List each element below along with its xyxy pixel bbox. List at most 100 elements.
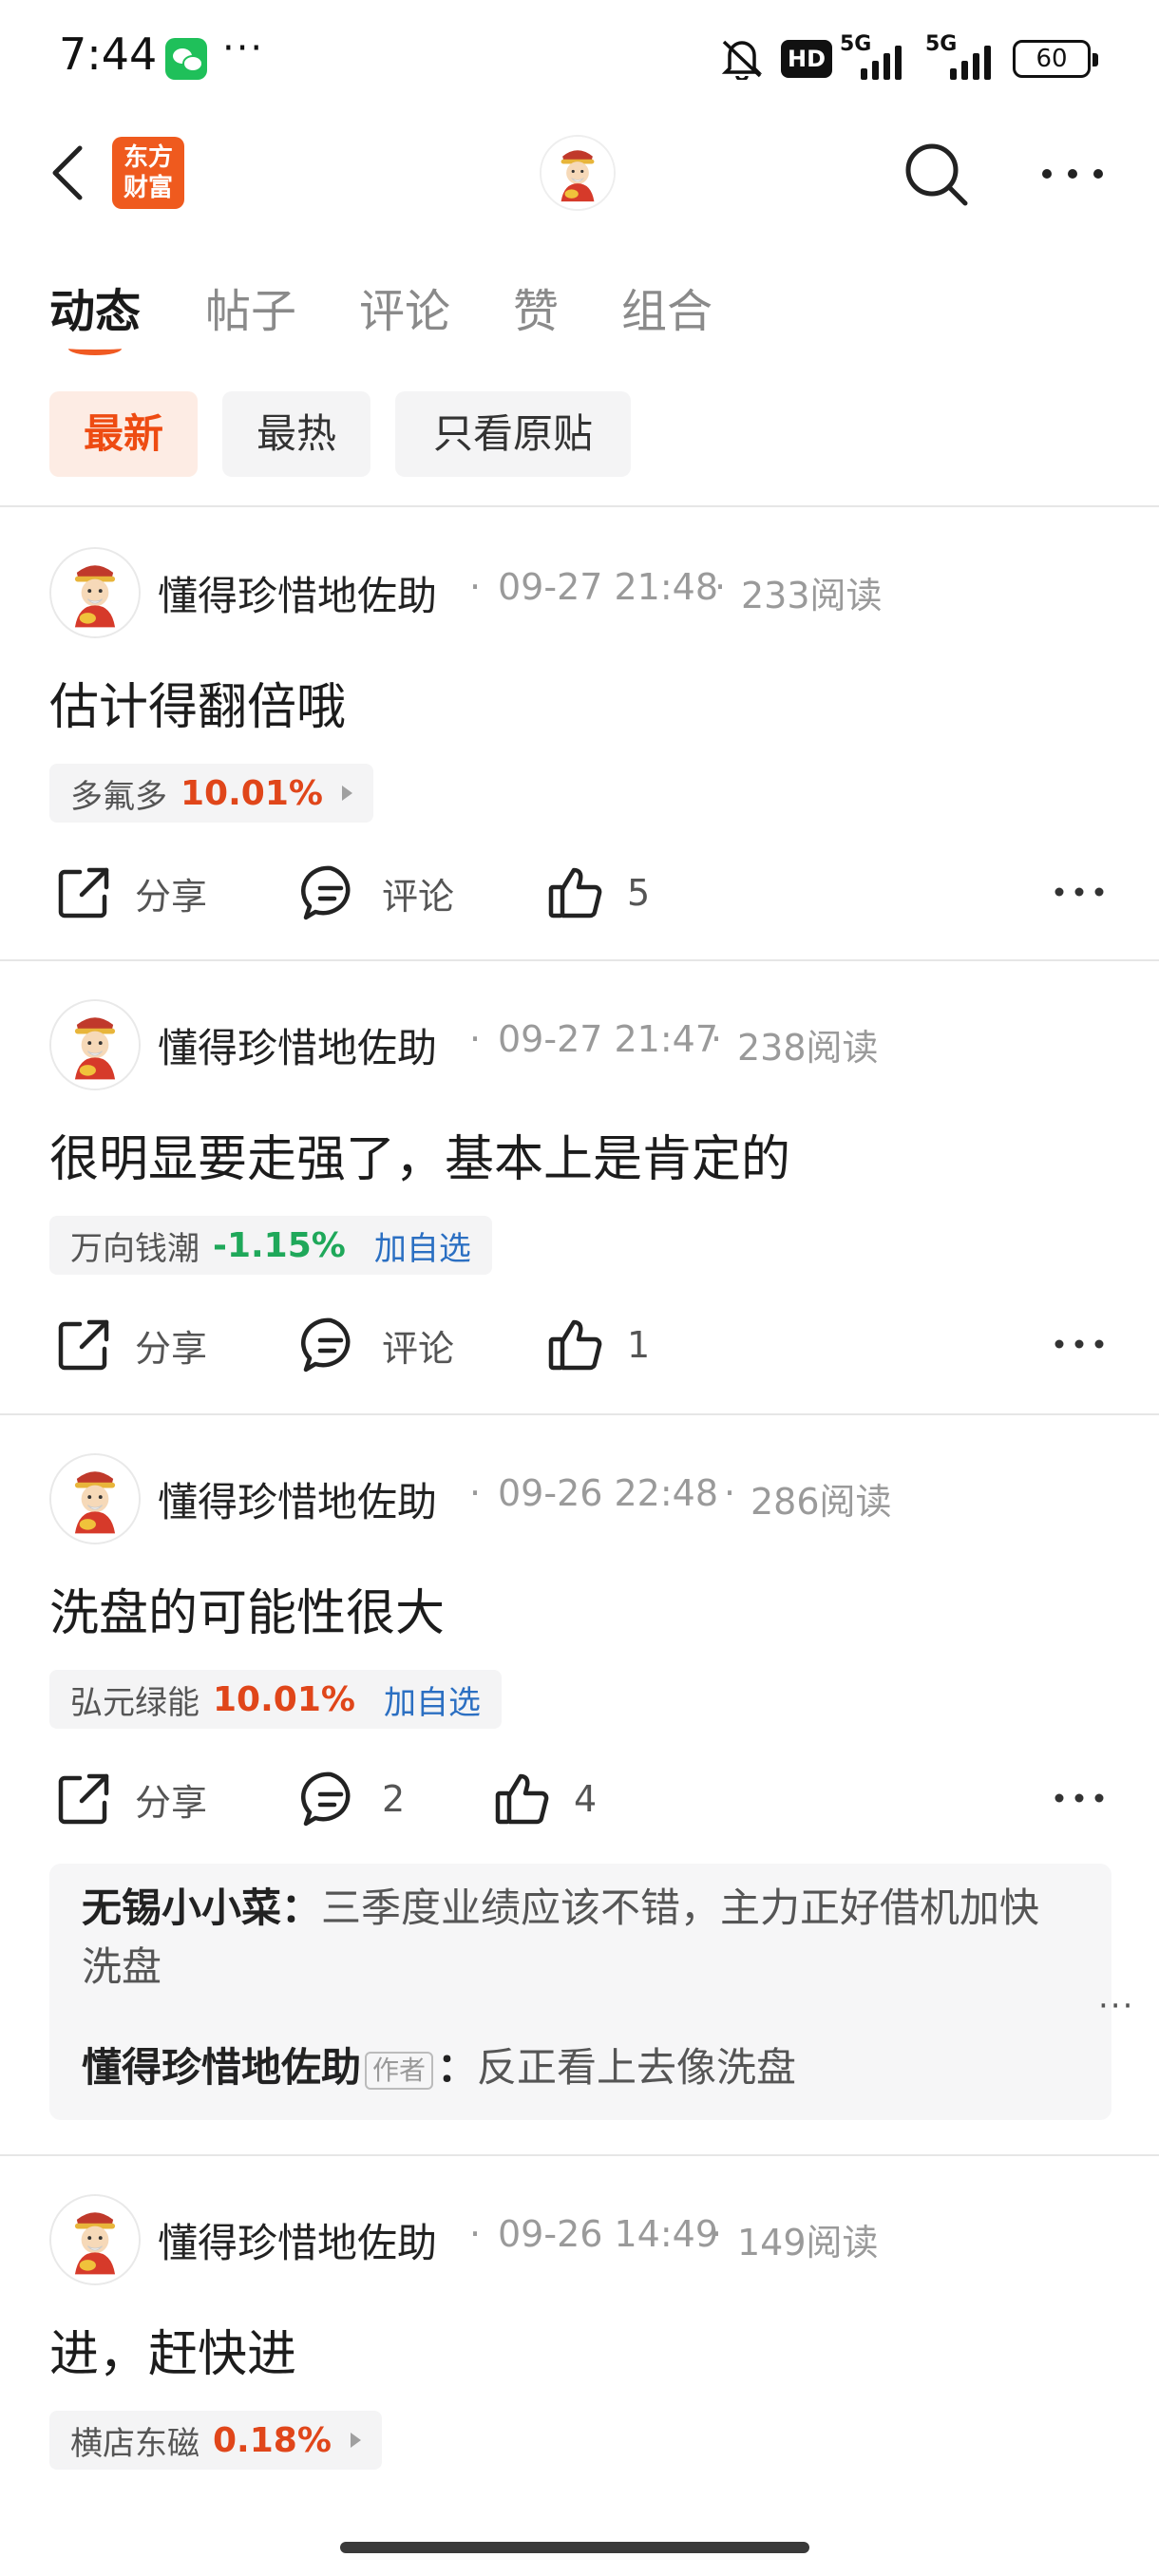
- reply-item[interactable]: 懂得珍惜地佐助 作者 ：反正看上去像洗盘: [82, 2038, 1070, 2097]
- meta-separator: ·: [711, 2213, 723, 2255]
- comment-icon: [301, 1317, 351, 1373]
- share-label: 分享: [135, 875, 208, 918]
- more-notifications-icon: ···: [222, 27, 265, 70]
- post-time: 09-27 21:47: [498, 1018, 719, 1060]
- status-time: 7:44: [59, 28, 158, 80]
- chevron-right-icon: [350, 2433, 361, 2448]
- filter-latest[interactable]: 最新: [49, 391, 198, 477]
- author-name[interactable]: 懂得珍惜地佐助: [158, 1470, 437, 1528]
- user-avatar[interactable]: [540, 135, 616, 211]
- meta-separator: ·: [711, 1018, 723, 1060]
- reply-separator: ：: [437, 2044, 478, 2091]
- meta-separator: ·: [469, 1472, 482, 1514]
- filter-hottest[interactable]: 最热: [222, 391, 370, 477]
- stock-name: 横店东磁: [70, 2424, 200, 2463]
- post-more-icon[interactable]: [1053, 1330, 1106, 1358]
- comment-button[interactable]: 评论: [300, 1307, 454, 1383]
- signal-bar: [950, 68, 957, 80]
- filter-original-only[interactable]: 只看原贴: [395, 391, 631, 477]
- wechat-notification-icon: [165, 38, 207, 80]
- author-name[interactable]: 懂得珍惜地佐助: [158, 564, 437, 622]
- signal-bar: [861, 68, 867, 80]
- stock-tag[interactable]: 万向钱潮 -1.15% 加自选: [49, 1216, 492, 1275]
- thumbs-up-icon: [548, 1319, 602, 1371]
- stock-tag[interactable]: 横店东磁 0.18%: [49, 2411, 382, 2470]
- share-button[interactable]: 分享: [53, 1307, 207, 1383]
- post-card[interactable]: 懂得珍惜地佐助 · 09-27 21:48 · 233阅读 估计得翻倍哦 多氟多…: [0, 507, 1159, 957]
- like-button[interactable]: 1: [545, 1307, 650, 1383]
- comment-icon: [301, 865, 351, 920]
- add-to-watchlist-button[interactable]: 加自选: [374, 1222, 471, 1269]
- post-text[interactable]: 洗盘的可能性很大: [49, 1573, 445, 1644]
- comment-label: 评论: [382, 875, 455, 918]
- filter-bar: 最新 最热 只看原贴: [0, 389, 1159, 479]
- post-card[interactable]: 懂得珍惜地佐助 · 09-26 14:49 · 149阅读 进，赶快进 横店东磁…: [0, 2156, 1159, 2527]
- network-type-1: 5G: [840, 32, 872, 56]
- author-avatar[interactable]: [49, 1453, 141, 1544]
- share-label: 分享: [135, 1781, 208, 1824]
- comment-button[interactable]: 2: [300, 1761, 405, 1837]
- author-name[interactable]: 懂得珍惜地佐助: [158, 1016, 437, 1074]
- post-actions: 分享 2 4: [0, 1761, 1159, 1837]
- share-button[interactable]: 分享: [53, 1761, 207, 1837]
- stock-name: 多氟多: [70, 777, 167, 816]
- more-options-icon[interactable]: [1039, 152, 1106, 196]
- author-avatar[interactable]: [49, 999, 141, 1090]
- post-more-icon[interactable]: [1053, 878, 1106, 906]
- comment-icon: [301, 1771, 351, 1827]
- stock-change: 10.01%: [180, 773, 323, 813]
- meta-separator: ·: [469, 566, 482, 608]
- like-button[interactable]: 5: [545, 855, 650, 931]
- share-button[interactable]: 分享: [53, 855, 207, 931]
- home-indicator[interactable]: [340, 2542, 809, 2553]
- tab-likes[interactable]: 赞: [513, 274, 559, 340]
- stock-name: 万向钱潮: [70, 1229, 200, 1268]
- brand-logo[interactable]: 东方 财富: [112, 137, 184, 209]
- stock-name: 弘元绿能: [70, 1683, 200, 1722]
- tab-posts[interactable]: 帖子: [205, 274, 296, 340]
- reply-item[interactable]: 无锡小小菜：三季度业绩应该不错，主力正好借机加快洗盘: [82, 1879, 1070, 1997]
- add-to-watchlist-button[interactable]: 加自选: [384, 1676, 481, 1723]
- post-text[interactable]: 很明显要走强了，基本上是肯定的: [49, 1119, 790, 1190]
- meta-separator: ·: [469, 1018, 482, 1060]
- comment-button[interactable]: 评论: [300, 855, 454, 931]
- author-avatar[interactable]: [49, 2194, 141, 2285]
- post-text[interactable]: 估计得翻倍哦: [49, 667, 346, 738]
- author-badge: 作者: [365, 2051, 434, 2090]
- search-icon[interactable]: [901, 139, 971, 209]
- stock-tag[interactable]: 弘元绿能 10.01% 加自选: [49, 1670, 502, 1729]
- reply-more-icon[interactable]: ···: [1098, 1987, 1134, 2025]
- post-actions: 分享 评论 1: [0, 1307, 1159, 1383]
- post-time: 09-26 22:48: [498, 1472, 719, 1514]
- comment-label: 评论: [382, 1327, 455, 1370]
- read-count: 286阅读: [750, 1481, 892, 1523]
- signal-bar: [895, 46, 902, 80]
- reply-preview[interactable]: 无锡小小菜：三季度业绩应该不错，主力正好借机加快洗盘 ··· 懂得珍惜地佐助 作者…: [49, 1864, 1132, 2120]
- stock-tag[interactable]: 多氟多 10.01%: [49, 764, 373, 823]
- tab-portfolios[interactable]: 组合: [621, 274, 712, 340]
- post-more-icon[interactable]: [1053, 1784, 1106, 1812]
- share-icon: [58, 1319, 109, 1371]
- tab-comments[interactable]: 评论: [359, 274, 450, 340]
- post-text[interactable]: 进，赶快进: [49, 2314, 296, 2385]
- tab-dynamics[interactable]: 动态: [49, 274, 141, 340]
- back-icon[interactable]: [42, 135, 99, 211]
- author-name[interactable]: 懂得珍惜地佐助: [158, 2211, 437, 2269]
- stock-change: -1.15%: [213, 1225, 346, 1265]
- profile-tabs: 动态 帖子 评论 赞 组合: [0, 266, 1159, 355]
- author-avatar[interactable]: [49, 547, 141, 638]
- meta-separator: ·: [724, 1472, 736, 1514]
- stock-change: 10.01%: [213, 1679, 355, 1719]
- post-card[interactable]: 懂得珍惜地佐助 · 09-27 21:47 · 238阅读 很明显要走强了，基本…: [0, 961, 1159, 1413]
- post-card[interactable]: 懂得珍惜地佐助 · 09-26 22:48 · 286阅读 洗盘的可能性很大 弘…: [0, 1415, 1159, 2154]
- reply-user[interactable]: 无锡小小菜：: [82, 1885, 321, 1931]
- signal-bar: [984, 46, 991, 80]
- meta-separator: ·: [714, 566, 727, 608]
- signal-1-icon: 5G: [840, 32, 910, 80]
- reply-user[interactable]: 懂得珍惜地佐助: [82, 2044, 361, 2091]
- like-count: 4: [574, 1778, 598, 1820]
- stock-change: 0.18%: [213, 2420, 332, 2460]
- share-icon: [58, 867, 109, 919]
- like-button[interactable]: 4: [492, 1761, 597, 1837]
- mute-bell-icon: [721, 40, 763, 80]
